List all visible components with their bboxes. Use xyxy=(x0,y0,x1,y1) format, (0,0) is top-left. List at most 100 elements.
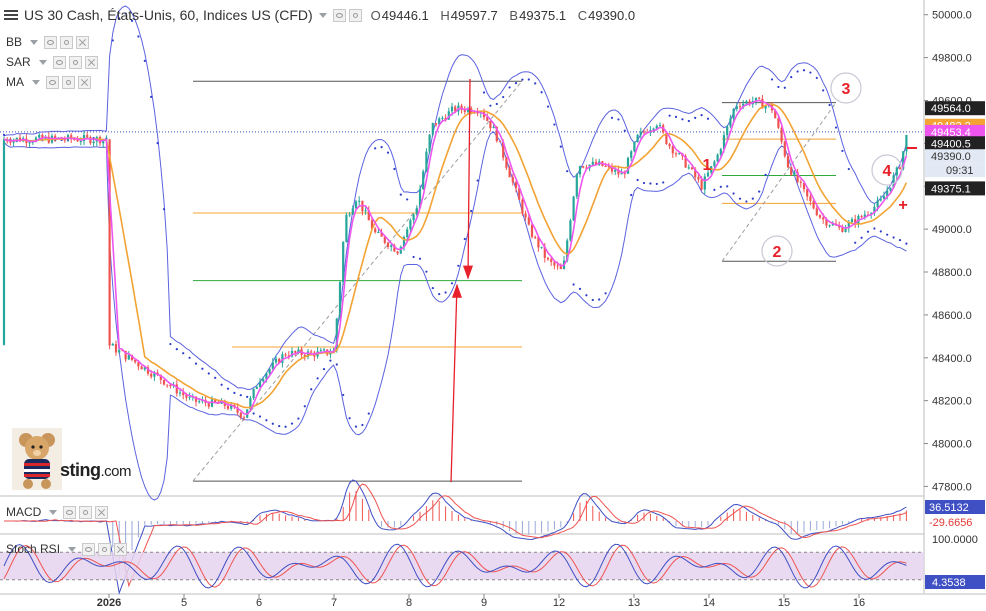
candle-body xyxy=(441,117,444,119)
gear-icon[interactable] xyxy=(68,55,82,69)
sar-dot xyxy=(322,367,326,371)
sar-dot xyxy=(706,117,710,120)
candle-body xyxy=(575,174,578,197)
candle-body xyxy=(799,181,802,184)
candle-body xyxy=(569,220,572,241)
sar-dot xyxy=(886,233,889,236)
sar-dot xyxy=(406,198,409,201)
indicator-ma[interactable]: MA xyxy=(6,75,94,89)
indicator-stoch-rsi[interactable]: Stoch RSI xyxy=(6,542,130,556)
price-tick-label: 49000.0 xyxy=(932,224,972,236)
sar-dot xyxy=(751,197,754,200)
candle-body xyxy=(572,196,575,221)
sar-dot xyxy=(431,286,434,290)
indicator-macd[interactable]: MACD xyxy=(6,505,111,519)
time-tick-label: 7 xyxy=(331,597,337,609)
price-tick-label: 48000.0 xyxy=(932,439,972,451)
sar-dot xyxy=(348,417,351,420)
sar-dot xyxy=(278,424,281,428)
candle-body xyxy=(700,179,703,190)
bollinger-bands xyxy=(3,5,907,501)
gear-icon[interactable] xyxy=(62,75,75,89)
eye-icon[interactable] xyxy=(44,35,58,49)
gear-icon[interactable] xyxy=(348,8,362,22)
sar-dot xyxy=(892,236,895,239)
eye-icon[interactable] xyxy=(46,75,59,89)
sar-dot xyxy=(815,76,818,80)
sar-dot xyxy=(553,123,556,126)
sar-dot xyxy=(329,359,332,362)
candle-body xyxy=(671,146,674,154)
eye-icon[interactable] xyxy=(63,505,77,519)
sar-dot xyxy=(585,294,588,297)
chevron-down-icon[interactable] xyxy=(30,39,39,45)
gear-icon[interactable] xyxy=(79,505,93,519)
sar-dot xyxy=(604,292,607,295)
close-icon[interactable] xyxy=(78,75,91,89)
symbol-header: US 30 Cash, États-Unis, 60, Indices US (… xyxy=(4,5,643,25)
sar-dot xyxy=(534,82,537,85)
arrow-up xyxy=(450,284,458,483)
close-icon[interactable] xyxy=(114,542,128,556)
chevron-down-icon[interactable] xyxy=(38,59,47,65)
sar-dot xyxy=(182,352,185,355)
candle-body xyxy=(178,392,182,394)
candle-body xyxy=(790,167,793,175)
gear-icon[interactable] xyxy=(60,35,74,49)
candle-body xyxy=(745,101,748,104)
candle-body xyxy=(678,153,681,155)
gear-icon[interactable] xyxy=(98,542,112,556)
candle-body xyxy=(166,384,169,386)
candle-body xyxy=(348,214,351,216)
sar-dot xyxy=(438,292,441,296)
candle-body xyxy=(396,251,399,254)
candle-body xyxy=(38,134,41,138)
candle-body xyxy=(354,201,358,209)
close-icon[interactable] xyxy=(95,505,109,519)
candle-body xyxy=(732,108,735,119)
sar-dot xyxy=(591,298,594,302)
sar-dot xyxy=(470,209,473,213)
sar-dot xyxy=(335,363,338,366)
eye-icon[interactable] xyxy=(52,55,66,69)
chevron-down-icon[interactable] xyxy=(49,509,58,515)
sar-dot xyxy=(143,59,146,62)
sar-dot xyxy=(783,86,786,89)
sar-dot xyxy=(854,241,857,244)
chevron-down-icon[interactable] xyxy=(68,546,77,552)
wave-label: 3 xyxy=(842,81,851,98)
sar-dot xyxy=(297,417,300,420)
sar-dot xyxy=(764,173,767,176)
candle-body xyxy=(79,141,82,143)
sar-dot xyxy=(726,185,729,188)
menu-icon[interactable] xyxy=(4,9,18,21)
candle-body xyxy=(815,208,818,216)
macd-badge-label: 36.5132 xyxy=(929,502,969,514)
arrow-up-head xyxy=(452,283,462,298)
eye-icon[interactable] xyxy=(332,8,346,22)
axes: 50000.049800.049600.049400.049200.049000… xyxy=(97,10,985,609)
close-icon[interactable] xyxy=(76,35,90,49)
candle-body xyxy=(364,210,367,212)
candle-body xyxy=(514,182,518,189)
broker-logo: sting.com xyxy=(60,460,132,480)
sar-dot xyxy=(137,35,140,38)
eye-icon[interactable] xyxy=(82,542,96,556)
chevron-down-icon[interactable] xyxy=(32,79,40,85)
candle-body xyxy=(86,135,89,137)
candle-body xyxy=(687,167,690,169)
candle-body xyxy=(642,131,646,133)
candle-body xyxy=(89,136,92,144)
symbol-title[interactable]: US 30 Cash, États-Unis, 60, Indices US (… xyxy=(24,7,313,23)
chart-canvas[interactable]: 1234+ 36.5132-29.6656 100.00004.3538 500… xyxy=(0,0,986,611)
chevron-down-icon[interactable] xyxy=(318,12,327,18)
sar-dot xyxy=(367,412,370,415)
close-icon[interactable] xyxy=(84,55,98,69)
indicator-sar[interactable]: SAR xyxy=(6,55,101,69)
candle-body xyxy=(604,165,607,167)
sar-dot xyxy=(655,182,658,186)
candle-body xyxy=(713,161,716,167)
candle-body xyxy=(262,379,265,382)
stoch-tick-label: 100.0000 xyxy=(932,534,978,546)
indicator-bb[interactable]: BB xyxy=(6,35,92,49)
